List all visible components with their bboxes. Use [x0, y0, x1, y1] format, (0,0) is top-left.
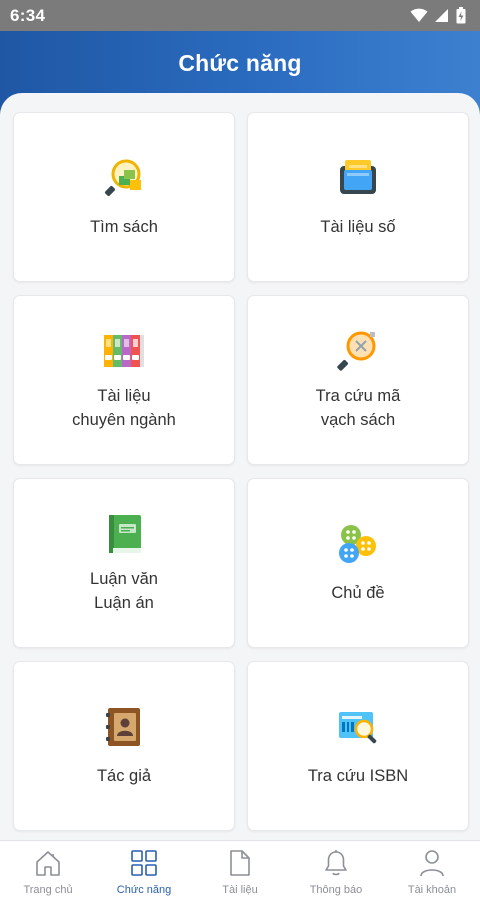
status-time: 6:34	[10, 5, 46, 25]
tab-label: Thông báo	[309, 884, 363, 896]
barcode-search-icon	[335, 328, 381, 374]
card-find-books[interactable]: Tìm sách	[13, 112, 235, 282]
card-label: Chủ đề	[331, 584, 385, 602]
tab-account[interactable]: Tài khoản	[384, 841, 480, 900]
card-theses[interactable]: Luận văn Luận án	[13, 478, 235, 648]
signal-icon	[435, 9, 448, 22]
grid-icon	[129, 848, 159, 878]
account-icon	[417, 848, 447, 878]
author-contact-book-icon	[101, 704, 147, 750]
book-search-icon	[101, 155, 147, 201]
isbn-lookup-icon	[335, 704, 381, 750]
card-digital-documents[interactable]: Tài liệu số	[247, 112, 469, 282]
binders-icon	[101, 328, 147, 374]
function-grid: Tìm sách Tài liệu số Tài liệu chuyên ngà…	[0, 93, 480, 840]
battery-icon	[456, 7, 466, 24]
tab-notifications[interactable]: Thông báo	[288, 841, 384, 900]
wifi-icon	[410, 8, 428, 22]
bell-icon	[321, 848, 351, 878]
topic-balls-icon	[335, 521, 381, 567]
document-icon	[225, 848, 255, 878]
tab-label: Chức năng	[116, 884, 172, 896]
tab-label: Tài liệu	[222, 884, 258, 896]
card-label: Tác giả	[96, 767, 152, 785]
tab-home[interactable]: Trang chủ	[0, 841, 96, 900]
status-bar: 6:34	[0, 0, 480, 31]
page-title: Chức năng	[178, 50, 302, 76]
card-label: Tra cứu mã vạch sách	[315, 387, 401, 429]
card-label: Tài liệu số	[320, 218, 396, 236]
card-isbn-lookup[interactable]: Tra cứu ISBN	[247, 661, 469, 831]
bottom-tab-bar: Trang chủ Chức năng Tài liệu Thông báo T…	[0, 840, 480, 900]
card-label: Tra cứu ISBN	[307, 767, 409, 785]
thesis-book-icon	[101, 511, 147, 557]
tab-label: Tài khoản	[407, 884, 457, 896]
card-authors[interactable]: Tác giả	[13, 661, 235, 831]
status-icons	[410, 7, 466, 24]
card-label: Tài liệu chuyên ngành	[72, 387, 176, 429]
home-icon	[33, 848, 63, 878]
card-label: Tìm sách	[90, 218, 158, 236]
tab-label: Trang chủ	[23, 884, 73, 896]
card-specialized-documents[interactable]: Tài liệu chuyên ngành	[13, 295, 235, 465]
card-barcode-lookup[interactable]: Tra cứu mã vạch sách	[247, 295, 469, 465]
card-topics[interactable]: Chủ đề	[247, 478, 469, 648]
tab-functions[interactable]: Chức năng	[96, 841, 192, 900]
tab-documents[interactable]: Tài liệu	[192, 841, 288, 900]
ebook-reader-icon	[335, 155, 381, 201]
card-label: Luận văn Luận án	[90, 570, 158, 612]
